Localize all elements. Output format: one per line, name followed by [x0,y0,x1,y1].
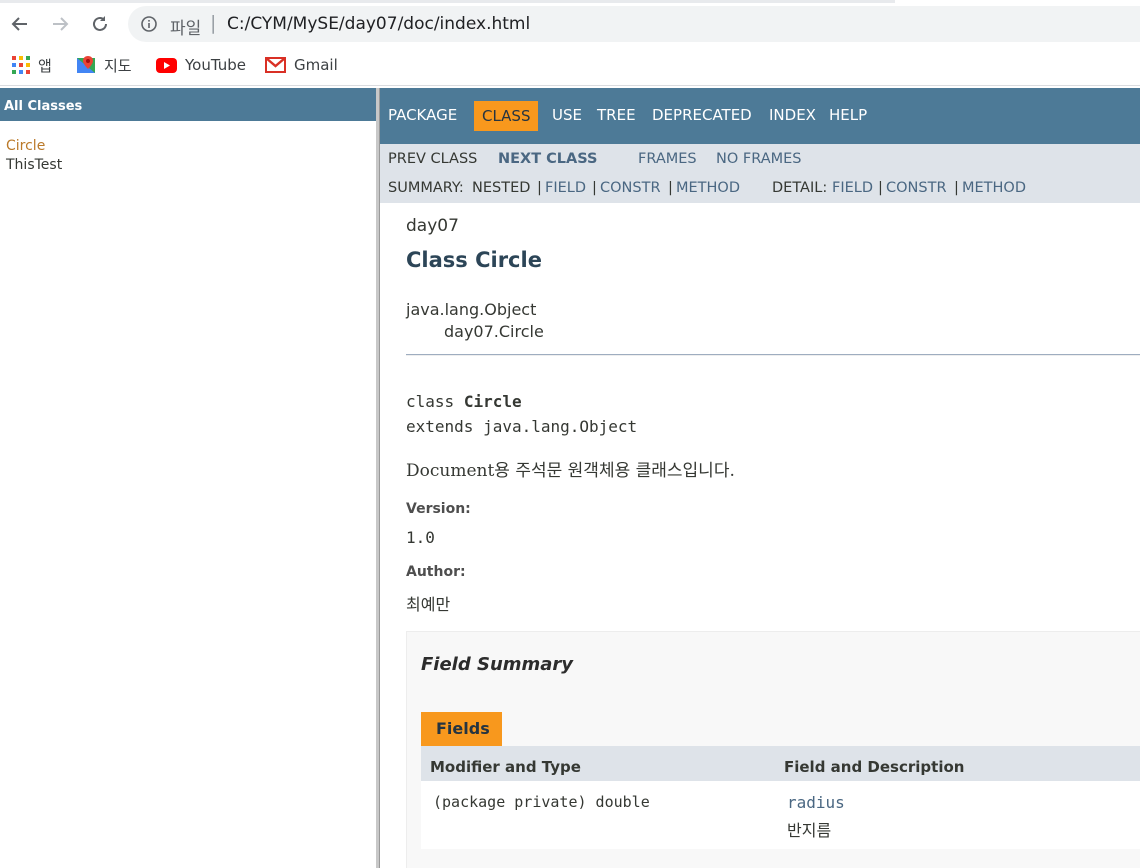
version-label: Version: [406,501,471,517]
bookmark-youtube[interactable]: YouTube [156,54,246,76]
author-value: 최예만 [406,595,451,614]
nav-tree[interactable]: TREE [597,106,636,124]
summary-constr-link[interactable]: CONSTR [600,180,661,196]
class-link-circle[interactable]: Circle [6,137,376,156]
table-row: (package private) double radius 반지름 [421,781,1140,849]
class-link-thistest[interactable]: ThisTest [6,156,376,175]
apps-grid-icon [12,56,30,74]
field-summary-block: Field Summary Fields Modifier and Type F… [406,631,1140,868]
browser-toolbar: 파일 | C:/CYM/MySE/day07/doc/index.html [0,0,1140,48]
prev-class-label: PREV CLASS [388,151,478,167]
inheritance-class: day07.Circle [444,322,544,341]
separator: | [537,180,542,196]
class-extends: extends java.lang.Object [406,417,638,436]
back-button[interactable] [6,10,34,38]
summary-nested: NESTED [472,180,531,196]
separator: | [954,180,959,196]
nav-deprecated[interactable]: DEPRECATED [652,106,752,124]
detail-method-link[interactable]: METHOD [962,180,1026,196]
summary-field-link[interactable]: FIELD [545,180,586,196]
divider-line [406,354,1140,356]
column-modifier-type: Modifier and Type [430,758,581,776]
class-description: Document용 주석문 원객체용 클래스입니다. [406,461,735,481]
separator: | [878,180,883,196]
bookmark-gmail[interactable]: Gmail [265,54,338,76]
address-bar[interactable]: 파일 | C:/CYM/MySE/day07/doc/index.html [128,6,1140,42]
nav-index[interactable]: INDEX [769,106,816,124]
nav-use[interactable]: USE [552,106,582,124]
field-type: (package private) double [433,793,650,811]
bookmark-maps[interactable]: 지도 [76,54,132,76]
arrow-left-icon [11,17,27,31]
class-title: Class Circle [406,248,542,272]
url-text[interactable]: C:/CYM/MySE/day07/doc/index.html [227,14,530,34]
next-class-link[interactable]: NEXT CLASS [498,151,598,167]
nav-help[interactable]: HELP [829,106,867,124]
separator: | [668,180,673,196]
scheme-separator: | [210,12,217,34]
class-declaration: class Circle [406,392,522,411]
bookmark-label: Gmail [294,56,338,74]
detail-label: DETAIL: [772,180,828,196]
class-frame: PACKAGE CLASS USE TREE DEPRECATED INDEX … [380,88,1140,868]
field-summary-title: Field Summary [421,654,574,675]
field-name-link[interactable]: radius [787,793,845,812]
fields-tab: Fields [421,712,502,746]
summary-method-link[interactable]: METHOD [676,180,740,196]
field-description: 반지름 [787,821,832,840]
all-classes-frame: All Classes Circle ThisTest [0,88,376,868]
gmail-icon [265,57,286,73]
nav-class-active: CLASS [474,101,539,131]
forward-button[interactable] [46,10,74,38]
bookmark-label: 앱 [38,56,52,75]
frames-link[interactable]: FRAMES [638,151,697,167]
inheritance-root: java.lang.Object [406,300,537,319]
version-value: 1.0 [406,528,435,547]
reload-button[interactable] [86,10,114,38]
scheme-label: 파일 [170,19,202,39]
maps-icon [77,56,95,73]
youtube-icon [156,57,177,73]
declaration-keyword: class [406,392,455,411]
package-name: day07 [406,216,459,236]
no-frames-link[interactable]: NO FRAMES [716,151,802,167]
detail-field-link[interactable]: FIELD [832,180,873,196]
all-classes-header: All Classes [0,88,376,121]
reload-icon [93,16,107,31]
detail-constr-link[interactable]: CONSTR [886,180,947,196]
info-icon[interactable] [140,15,158,37]
class-list: Circle ThisTest [0,121,376,175]
loading-bar [0,0,895,3]
bookmark-apps[interactable]: 앱 [12,54,52,76]
top-nav-bar: PACKAGE CLASS USE TREE DEPRECATED INDEX … [380,88,1140,144]
bookmark-label: YouTube [185,56,246,74]
declaration-class-name: Circle [463,392,522,411]
nav-package[interactable]: PACKAGE [388,106,457,124]
sub-nav-bar: PREV CLASS NEXT CLASS FRAMES NO FRAMES S… [380,144,1140,203]
separator: | [592,180,597,196]
column-field-description: Field and Description [784,758,965,776]
author-label: Author: [406,564,466,580]
summary-label: SUMMARY: [388,180,464,196]
arrow-right-icon [53,17,69,31]
bookmark-label: 지도 [104,56,132,75]
field-table-header: Modifier and Type Field and Description [421,746,1140,781]
bookmarks-bar: 앱 지도 YouTube Gmail [0,48,1140,86]
